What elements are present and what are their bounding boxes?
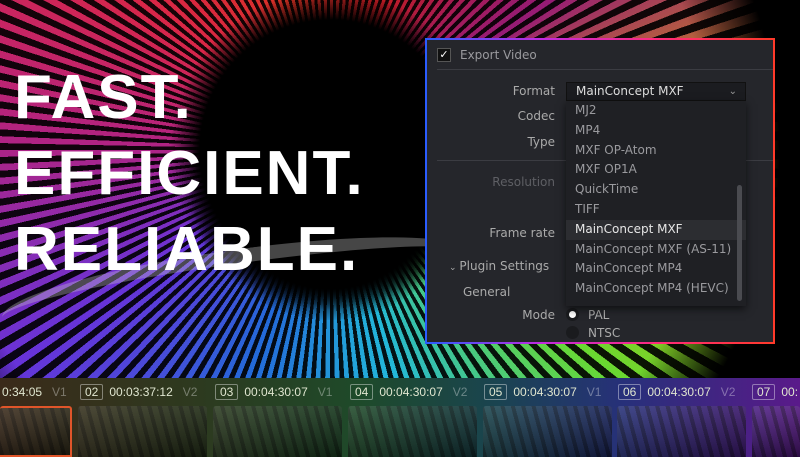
- clip-header: 07 00:: [752, 384, 799, 400]
- format-option[interactable]: MXF OP-Atom: [566, 141, 746, 161]
- chevron-down-icon: ⌄: [449, 263, 460, 273]
- scrollbar[interactable]: [737, 185, 742, 301]
- clip-track: V2: [452, 385, 468, 399]
- clip-timecode: 00:04:30:07: [513, 385, 577, 399]
- clip-track: V1: [52, 385, 67, 399]
- export-video-label: Export Video: [460, 48, 537, 62]
- clip-track: V1: [586, 385, 602, 399]
- mode-pal-label: PAL: [588, 308, 610, 322]
- clip-timecode: 00:04:30:07: [647, 385, 711, 399]
- mode-pal-radio[interactable]: [566, 308, 579, 321]
- clip-header: 02 00:03:37:12 V2: [80, 384, 205, 400]
- format-option[interactable]: MXF OP1A: [566, 160, 746, 180]
- clip-header: 05 00:04:30:07 V1: [484, 384, 609, 400]
- chevron-down-icon: ⌄: [728, 86, 737, 97]
- format-option[interactable]: QuickTime: [566, 180, 746, 200]
- plugin-settings-label: Plugin Settings: [459, 259, 550, 273]
- clip-timecode: 0:34:05: [2, 385, 43, 399]
- divider: [437, 69, 773, 70]
- format-option[interactable]: MainConcept MP4 (HEVC): [566, 279, 746, 299]
- clip-track: V2: [720, 385, 736, 399]
- type-label: Type: [527, 135, 555, 149]
- clip-number: 04: [350, 384, 374, 400]
- clip-timecode: 00:04:30:07: [244, 385, 308, 399]
- clip-timecode: 00:04:30:07: [379, 385, 443, 399]
- clip-header: 03 00:04:30:07 V1: [215, 384, 340, 400]
- clip-thumbnail[interactable]: [617, 406, 746, 457]
- export-settings-panel: ✓ Export Video Format Codec Type Resolut…: [425, 38, 775, 344]
- clip-track: V1: [317, 385, 333, 399]
- format-option[interactable]: MP4: [566, 121, 746, 141]
- codec-label: Codec: [517, 109, 555, 123]
- clip-number: 03: [215, 384, 239, 400]
- format-value: MainConcept MXF: [576, 84, 684, 98]
- clip-thumbnail[interactable]: [348, 406, 477, 457]
- frame-rate-label: Frame rate: [489, 226, 555, 240]
- format-dropdown-list: MJ2 MP4 MXF OP-Atom MXF OP1A QuickTime TIFF Ma…: [566, 101, 746, 306]
- clip-timecode: 00:03:37:12: [109, 385, 173, 399]
- headline-line: FAST.: [14, 63, 193, 132]
- format-label: Format: [512, 84, 555, 98]
- clip-number: 02: [80, 384, 104, 400]
- headline-line: EFFICIENT.: [14, 139, 365, 208]
- clip-number: 07: [752, 384, 776, 400]
- mode-ntsc-label: NTSC: [588, 326, 621, 340]
- plugin-settings-toggle[interactable]: ⌄ Plugin Settings: [449, 259, 549, 273]
- format-option[interactable]: MainConcept MXF: [566, 219, 746, 240]
- clip-thumbnail[interactable]: [483, 406, 612, 457]
- clip-timecode: 00:: [781, 385, 799, 399]
- clip-thumbnail[interactable]: [213, 406, 342, 457]
- headline: FAST. EFFICIENT. RELIABLE.: [14, 60, 365, 288]
- resolution-label: Resolution: [492, 175, 555, 189]
- format-option[interactable]: MJ2: [566, 101, 746, 121]
- general-label: General: [463, 285, 511, 299]
- clip-header: 06 00:04:30:07 V2: [618, 384, 743, 400]
- export-video-checkbox[interactable]: ✓: [437, 48, 451, 62]
- format-option[interactable]: TIFF: [566, 200, 746, 220]
- clip-track: V2: [182, 385, 198, 399]
- clip-header: 04 00:04:30:07 V2: [350, 384, 475, 400]
- clip-header: 0:34:05 V1: [2, 385, 75, 399]
- timeline-strip: 0:34:05 V1 02 00:03:37:12 V2 03 00:04:30:07 V1 0…: [0, 378, 800, 457]
- clip-number: 05: [484, 384, 508, 400]
- format-option[interactable]: MainConcept MXF (AS-11): [566, 240, 746, 260]
- mode-label: Mode: [522, 308, 555, 322]
- clip-thumbnail[interactable]: [78, 406, 207, 457]
- clip-thumbnail[interactable]: [752, 406, 800, 457]
- clip-number: 06: [618, 384, 642, 400]
- headline-line: RELIABLE.: [14, 215, 360, 284]
- format-option[interactable]: MainConcept MP4: [566, 259, 746, 279]
- mode-ntsc-radio[interactable]: [566, 326, 579, 339]
- clip-thumbnail[interactable]: [0, 406, 72, 457]
- format-dropdown[interactable]: MainConcept MXF ⌄: [566, 82, 746, 101]
